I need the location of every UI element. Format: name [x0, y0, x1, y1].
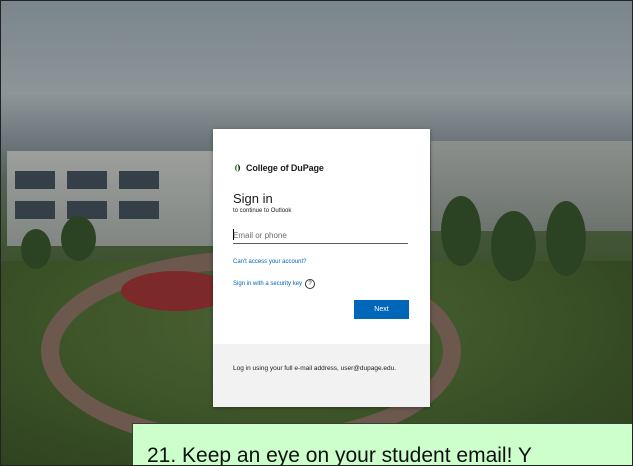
leaf-logo-icon — [233, 163, 242, 173]
text-caret — [233, 229, 234, 240]
cant-access-account-link[interactable]: Can't access your account? — [233, 259, 307, 265]
login-instructions: Log in using your full e-mail address, u… — [233, 365, 397, 372]
caption-callout: 21. Keep an eye on your student email! Y — [132, 423, 632, 466]
page-subtitle: to continue to Outlook — [233, 208, 292, 214]
email-field[interactable] — [233, 227, 408, 244]
sign-in-footer: Log in using your full e-mail address, u… — [213, 344, 430, 407]
sign-in-card: College of DuPage Sign in to continue to… — [213, 129, 430, 407]
org-logo: College of DuPage — [233, 163, 324, 173]
org-name: College of DuPage — [246, 163, 324, 173]
page-title: Sign in — [233, 191, 273, 206]
screen: College of DuPage Sign in to continue to… — [0, 0, 633, 466]
security-key-sign-in-link[interactable]: Sign in with a security key ? — [233, 279, 316, 289]
sign-in-form: College of DuPage Sign in to continue to… — [213, 129, 430, 344]
caption-text: 21. Keep an eye on your student email! Y — [147, 444, 532, 466]
security-key-link-label: Sign in with a security key — [233, 281, 303, 287]
question-circle-icon[interactable]: ? — [305, 279, 316, 289]
next-button[interactable]: Next — [354, 300, 409, 319]
